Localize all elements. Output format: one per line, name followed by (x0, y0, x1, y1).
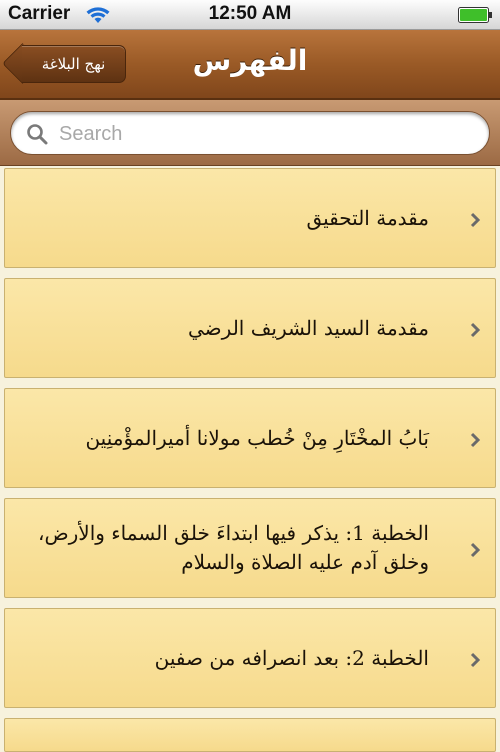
back-button[interactable]: نهج البلاغة (22, 45, 126, 83)
back-button-label: نهج البلاغة (41, 55, 106, 73)
chevron-right-icon (470, 322, 481, 338)
list-item-label (25, 719, 429, 751)
list-item[interactable]: بَابُ المخْتَارِ مِنْ خُطب مولانا أميرال… (4, 388, 496, 488)
search-icon (27, 124, 48, 145)
list-item-label: الخطبة 2: بعد انصرافه من صفين (154, 645, 429, 670)
battery-icon (458, 7, 492, 23)
list-item[interactable] (4, 718, 496, 752)
list-item[interactable]: مقدمة السيد الشريف الرضي (4, 278, 496, 378)
list-item[interactable]: مقدمة التحقيق (4, 168, 496, 268)
status-time: 12:50 AM (208, 3, 292, 24)
page-title: الفهرس (192, 44, 308, 77)
chevron-right-icon (470, 652, 481, 668)
list-item-label: الخطبة 1: يذكر فيها ابتداءَ خلق السماء و… (38, 521, 429, 574)
search-field[interactable] (10, 111, 490, 155)
status-bar: Carrier 12:50 AM (0, 0, 500, 30)
list-item-label: مقدمة السيد الشريف الرضي (188, 315, 429, 340)
chevron-right-icon (470, 432, 481, 448)
list-item-label: مقدمة التحقيق (306, 205, 429, 230)
search-input[interactable] (57, 118, 471, 150)
chevron-right-icon (470, 542, 481, 558)
navigation-bar: نهج البلاغة الفهرس (0, 30, 500, 100)
list-item[interactable]: الخطبة 1: يذكر فيها ابتداءَ خلق السماء و… (4, 498, 496, 598)
chevron-right-icon (470, 212, 481, 228)
list-item-label: بَابُ المخْتَارِ مِنْ خُطب مولانا أميرال… (85, 425, 429, 450)
search-bar (0, 100, 500, 166)
list-item[interactable]: الخطبة 2: بعد انصرافه من صفين (4, 608, 496, 708)
